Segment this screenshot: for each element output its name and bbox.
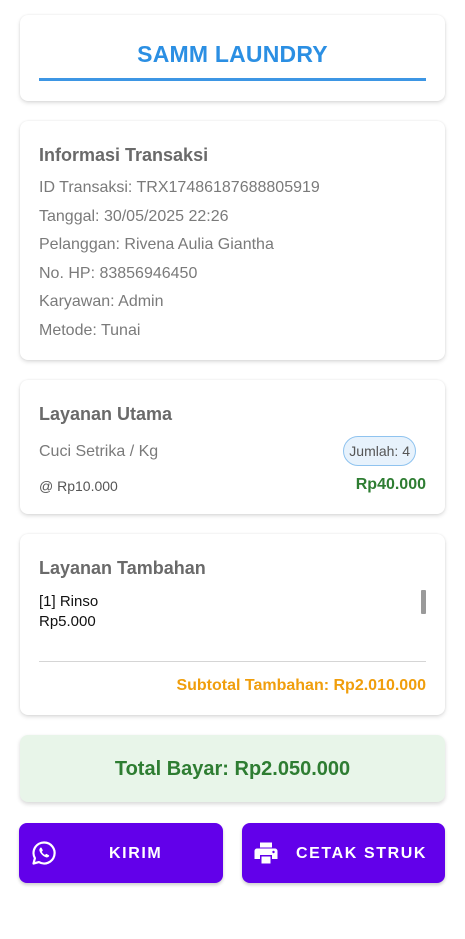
service-name: Cuci Setrika / Kg xyxy=(39,443,159,460)
service-line-total: Rp40.000 xyxy=(355,476,426,493)
transaction-info-card: Informasi Transaksi ID Transaksi: TRX174… xyxy=(20,121,445,360)
extra-subtotal: Subtotal Tambahan: Rp2.010.000 xyxy=(176,677,426,694)
customer-name: Pelanggan: Rivena Aulia Giantha xyxy=(39,236,274,253)
divider xyxy=(39,661,426,662)
transaction-id: ID Transaksi: TRX17486187688805919 xyxy=(39,179,320,196)
total-card: Total Bayar: Rp2.050.000 xyxy=(20,735,445,802)
unit-price: @ Rp10.000 xyxy=(39,478,118,494)
quantity-chip: Jumlah: 4 xyxy=(343,436,416,466)
printer-icon xyxy=(253,840,279,866)
whatsapp-icon xyxy=(31,840,57,866)
header-card: SAMM LAUNDRY xyxy=(20,15,445,101)
send-button[interactable]: KIRIM xyxy=(19,823,223,883)
extra-services-card: Layanan Tambahan [1] Rinso Rp5.000 Subto… xyxy=(20,534,445,715)
print-receipt-label: CETAK STRUK xyxy=(296,845,428,862)
list-item-name: [1] Rinso xyxy=(39,593,99,610)
customer-phone: No. HP: 83856946450 xyxy=(39,265,198,282)
title-underline xyxy=(39,78,426,81)
list-item-partial xyxy=(39,640,426,652)
extra-services-list[interactable]: [1] Rinso Rp5.000 xyxy=(39,592,426,652)
print-receipt-button[interactable]: CETAK STRUK xyxy=(242,823,445,883)
send-button-label: KIRIM xyxy=(109,845,163,862)
employee-name: Karyawan: Admin xyxy=(39,293,164,310)
list-item-price: Rp5.000 xyxy=(39,613,96,630)
total-amount: Total Bayar: Rp2.050.000 xyxy=(114,758,351,780)
main-service-title: Layanan Utama xyxy=(39,404,173,424)
main-service-card: Layanan Utama Cuci Setrika / Kg Jumlah: … xyxy=(20,380,445,514)
transaction-date: Tanggal: 30/05/2025 22:26 xyxy=(39,208,229,225)
transaction-info-title: Informasi Transaksi xyxy=(39,145,209,165)
app-title: SAMM LAUNDRY xyxy=(137,41,328,67)
payment-method: Metode: Tunai xyxy=(39,322,141,339)
scrollbar-thumb[interactable] xyxy=(421,590,426,614)
extra-services-title: Layanan Tambahan xyxy=(39,558,206,578)
